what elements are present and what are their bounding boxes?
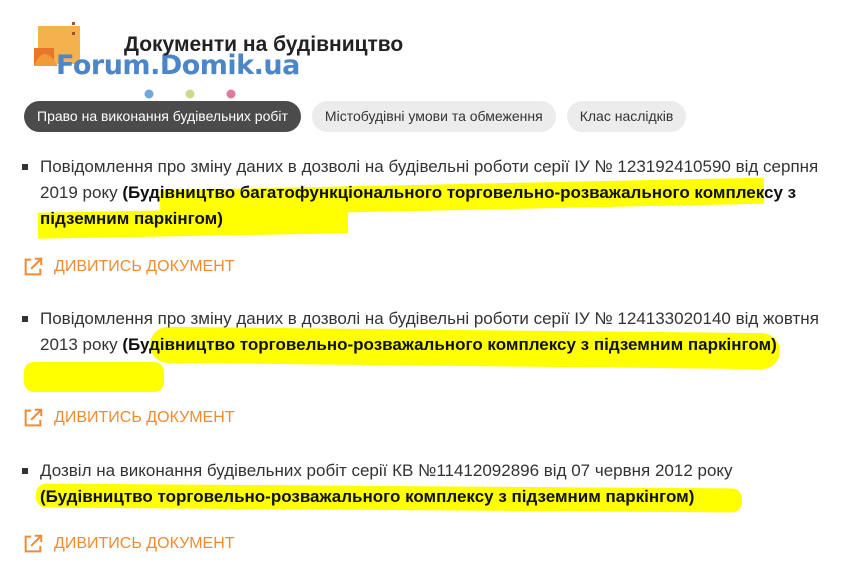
view-document-link[interactable]: ДИВИТИСЬ ДОКУМЕНТ [22,256,235,278]
tab-construction-rights[interactable]: Право на виконання будівельних робіт [24,101,301,132]
bullet [22,164,28,170]
document-subject: (Будівництво багатофункціонального торго… [40,183,797,228]
document-description: Дозвіл на виконання будівельних робіт се… [40,458,830,510]
bullet [22,468,28,474]
highlight-mark [24,362,164,392]
document-description: Повідомлення про зміну даних в дозволі н… [40,306,830,358]
view-document-link[interactable]: ДИВИТИСЬ ДОКУМЕНТ [22,533,235,555]
external-link-icon [24,257,43,276]
external-link-icon [24,534,43,553]
tab-consequence-class[interactable]: Клас наслідків [566,101,687,132]
view-document-label: ДИВИТИСЬ ДОКУМЕНТ [54,409,235,426]
tab-urban-conditions[interactable]: Містобудівні умови та обмеження [311,101,556,132]
document-item: Дозвіл на виконання будівельних робіт се… [22,458,832,568]
view-document-label: ДИВИТИСЬ ДОКУМЕНТ [54,258,235,275]
document-text: Дозвіл на виконання будівельних робіт се… [40,461,733,480]
view-document-link[interactable]: ДИВИТИСЬ ДОКУМЕНТ [22,407,235,429]
document-item: Повідомлення про зміну даних в дозволі н… [22,154,832,284]
document-subject: (Будівництво торговельно-розважального к… [40,487,695,506]
view-document-label: ДИВИТИСЬ ДОКУМЕНТ [54,535,235,552]
document-description: Повідомлення про зміну даних в дозволі н… [40,154,830,232]
tab-bar: Право на виконання будівельних робіт Міс… [24,101,687,132]
document-item: Повідомлення про зміну даних в дозволі н… [22,306,832,436]
external-link-icon [24,408,43,427]
document-subject: (Будівництво торговельно-розважального к… [122,335,777,354]
page-title: Документи на будівництво [124,33,404,56]
bullet [22,316,28,322]
